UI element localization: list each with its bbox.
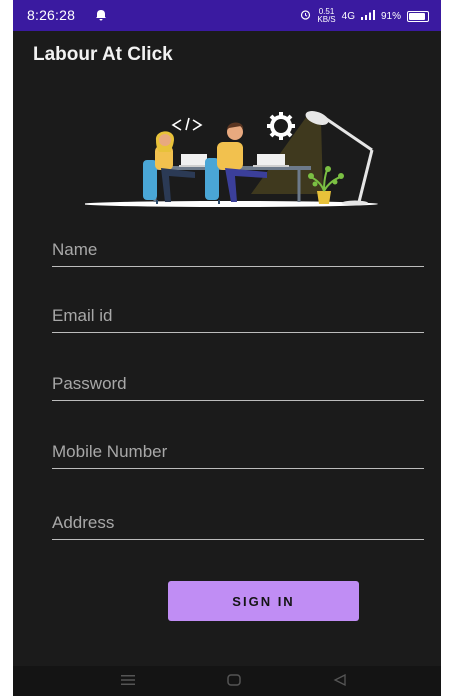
app-title: Labour At Click <box>33 44 173 65</box>
name-field[interactable] <box>52 232 424 267</box>
code-tag-icon <box>171 117 203 131</box>
app-screen: 8:26:28 0.51 KB/S 4G 91% Labour At Click <box>13 0 441 696</box>
status-bar: 8:26:28 0.51 KB/S 4G 91% <box>13 0 441 31</box>
network-type: 4G <box>341 10 355 22</box>
workspace-illustration <box>85 111 378 207</box>
mobile-input[interactable] <box>52 442 424 462</box>
menu-icon[interactable] <box>121 673 135 689</box>
status-time: 8:26:28 <box>27 7 76 23</box>
status-indicators: 0.51 KB/S 4G 91% <box>300 8 429 24</box>
mobile-field[interactable] <box>52 434 424 469</box>
battery-percent: 91% <box>380 10 401 22</box>
email-field[interactable] <box>52 298 424 333</box>
battery-icon <box>407 10 429 22</box>
data-speed-unit: KB/S <box>317 15 336 24</box>
address-input[interactable] <box>52 513 424 533</box>
gear-icon <box>267 112 295 140</box>
signal-icon <box>360 9 375 23</box>
navigation-bar <box>13 666 441 696</box>
home-icon[interactable] <box>227 673 241 689</box>
password-input[interactable] <box>52 374 424 394</box>
sign-in-button[interactable]: SIGN IN <box>168 581 359 621</box>
data-speed: 0.51 KB/S <box>317 8 335 24</box>
name-input[interactable] <box>52 240 424 260</box>
address-field[interactable] <box>52 505 424 540</box>
password-field[interactable] <box>52 366 424 401</box>
alarm-icon <box>300 9 311 23</box>
battery-fill <box>409 12 426 20</box>
email-input[interactable] <box>52 306 424 326</box>
notification-icon <box>95 8 107 26</box>
back-icon[interactable] <box>333 673 347 689</box>
